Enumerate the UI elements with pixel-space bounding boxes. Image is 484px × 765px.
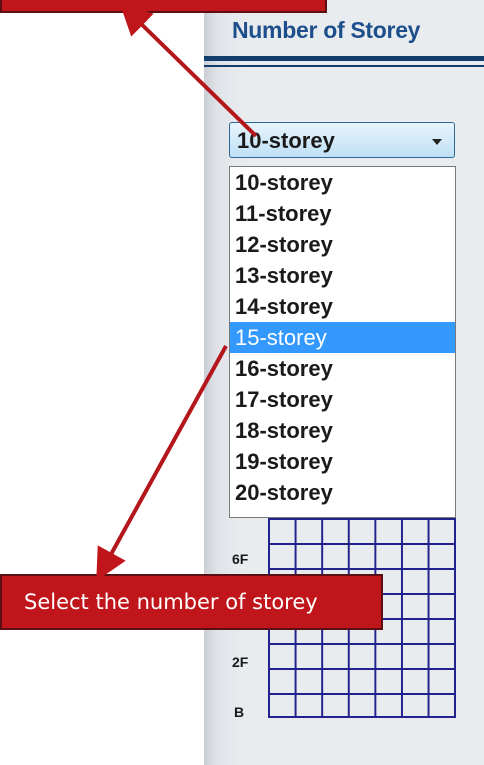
callout-arrows [96, 2, 258, 582]
arrow-down-left [96, 345, 228, 582]
arrow-up-left [119, 2, 258, 138]
